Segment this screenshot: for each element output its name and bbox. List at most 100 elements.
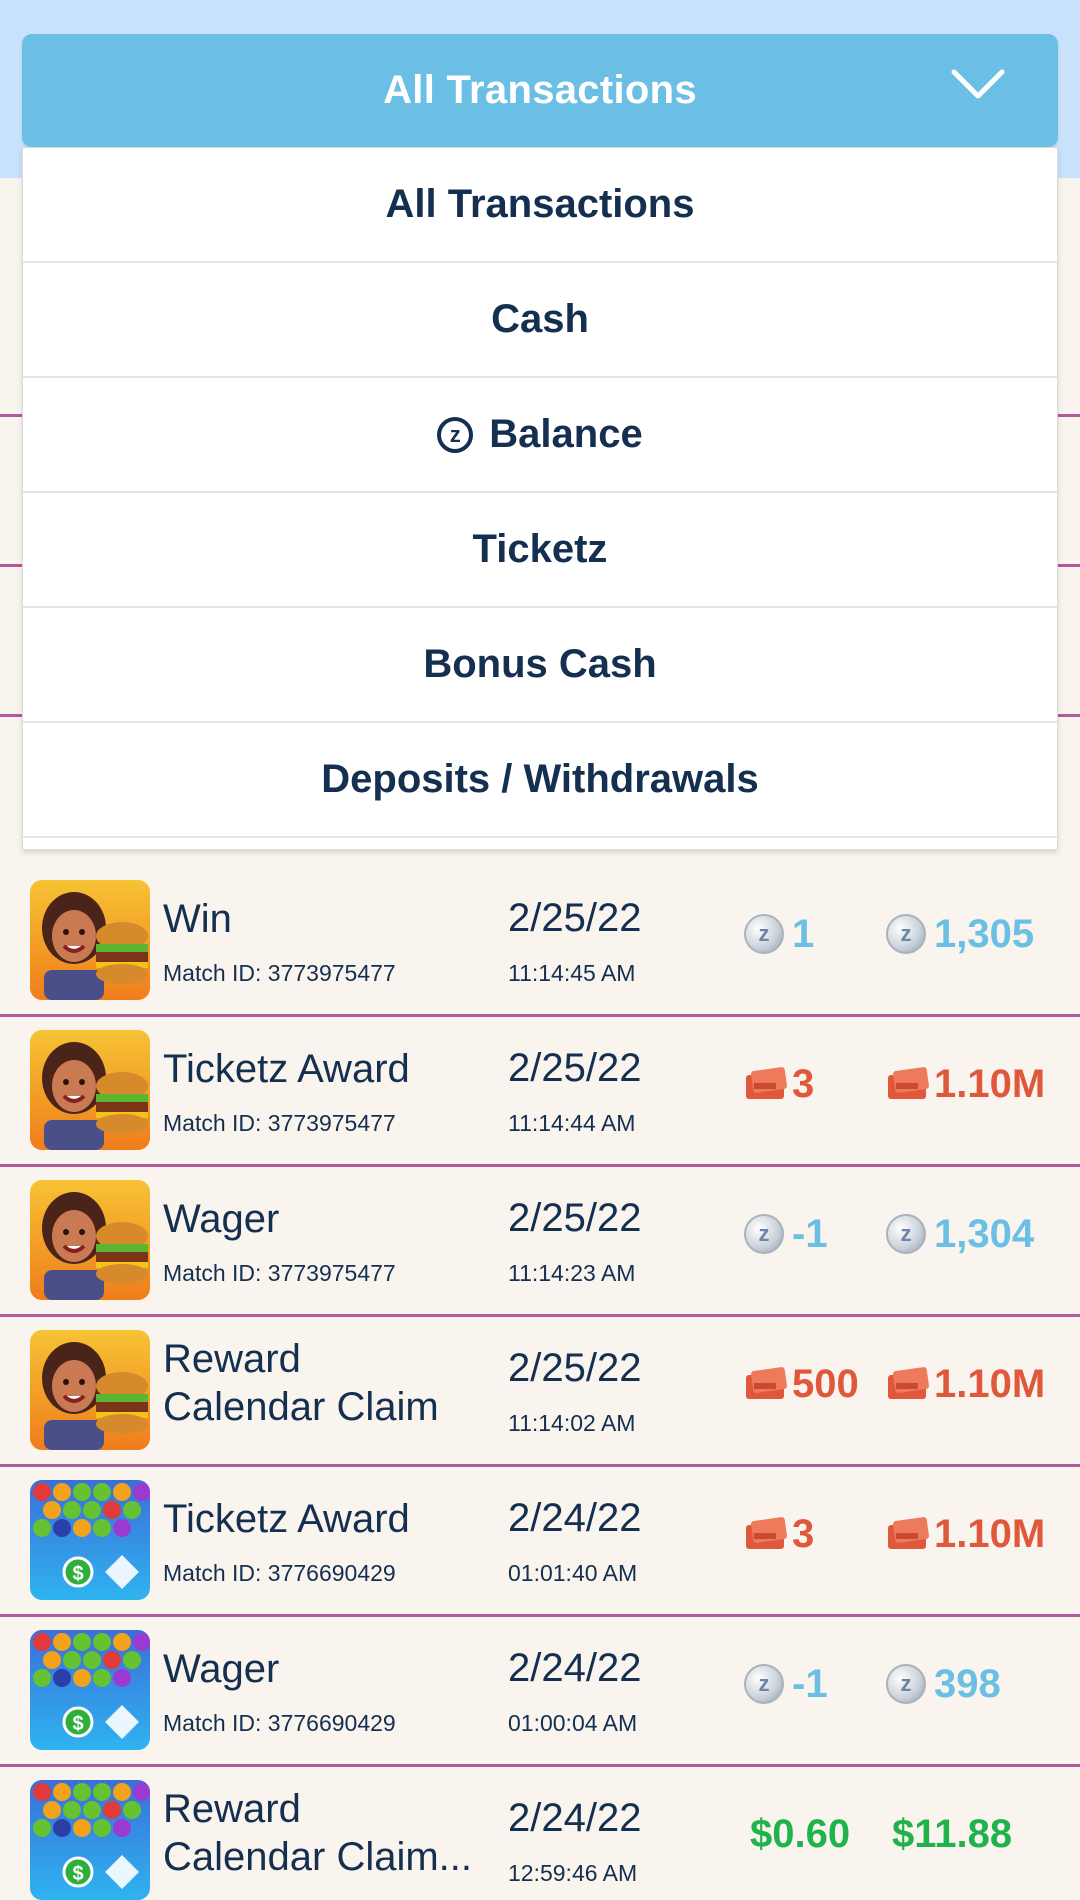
amount-value: $0.60 [750, 1811, 851, 1856]
amount-value: 3 [792, 1061, 815, 1106]
ticket-icon [888, 1067, 929, 1099]
filter-menu: All Transactions Cash z Balance Ticketz … [22, 147, 1058, 850]
transaction-date: 2/25/22 [508, 896, 642, 940]
filter-selected-label: All Transactions [383, 68, 697, 112]
transaction-date: 2/25/22 [508, 1046, 642, 1090]
transaction-time: 11:14:45 AM [508, 960, 636, 986]
transaction-date: 2/24/22 [508, 1646, 642, 1690]
menu-option-label: Balance [489, 412, 643, 456]
balance-amount: z 1,305 [886, 908, 1034, 960]
ticket-icon [888, 1367, 929, 1399]
svg-text:$: $ [72, 1563, 83, 1585]
amount-value: 1 [792, 911, 815, 956]
transaction-amount: z 1 [744, 908, 814, 960]
amount-value: -1 [792, 1661, 828, 1706]
transaction-amount: z -1 [744, 1208, 828, 1260]
transaction-title-line1: Reward [163, 1787, 301, 1831]
transaction-row[interactable]: Reward Calendar Claim 2/25/22 11:14:02 A… [0, 1316, 1080, 1466]
bubble-game-icon: $ [30, 1630, 150, 1750]
balance-value: 1.10M [934, 1511, 1046, 1556]
z-balance-icon: z [437, 416, 474, 453]
transaction-title: Wager [163, 1647, 280, 1691]
z-coin-icon: z [886, 1664, 926, 1704]
menu-option-label: All Transactions [385, 182, 695, 226]
transaction-amount: 500 [744, 1358, 859, 1410]
bubble-game-icon: $ [30, 1780, 150, 1900]
z-coin-icon: z [886, 914, 926, 954]
transaction-row[interactable]: $ Reward Calendar Claim... 2/24/22 12:59… [0, 1766, 1080, 1900]
svg-text:$: $ [72, 1863, 83, 1885]
menu-option-ticketz[interactable]: Ticketz [23, 493, 1057, 608]
menu-option-label: Ticketz [472, 527, 608, 571]
transaction-date: 2/25/22 [508, 1346, 642, 1390]
bubble-game-icon: $ [30, 1480, 150, 1600]
balance-amount: $11.88 [892, 1808, 1012, 1860]
transaction-date: 2/24/22 [508, 1496, 642, 1540]
z-coin-icon: z [744, 1214, 784, 1254]
amount-value: 3 [792, 1511, 815, 1556]
ticket-icon [746, 1067, 787, 1099]
menu-option-balance[interactable]: z Balance [23, 378, 1057, 493]
transaction-amount: $0.60 [750, 1808, 850, 1860]
chevron-down-icon [951, 69, 1005, 99]
z-coin-icon: z [744, 914, 784, 954]
transaction-time: 12:59:46 AM [508, 1860, 638, 1886]
transaction-title: Ticketz Award [163, 1047, 410, 1091]
burger-game-icon [30, 1030, 150, 1150]
amount-value: -1 [792, 1211, 828, 1256]
match-id: Match ID: 3773975477 [163, 960, 396, 986]
transaction-date: 2/24/22 [508, 1796, 642, 1840]
transaction-amount: z -1 [744, 1658, 828, 1710]
transaction-title: Ticketz Award [163, 1497, 410, 1541]
transaction-row[interactable]: Win Match ID: 3773975477 2/25/22 11:14:4… [0, 866, 1080, 1016]
ticket-icon [888, 1517, 929, 1549]
transaction-row[interactable]: $ Wager Match ID: 3776690429 2/24/22 01:… [0, 1616, 1080, 1766]
balance-amount: z 1,304 [886, 1208, 1034, 1260]
ticket-icon [746, 1367, 787, 1399]
burger-game-icon [30, 880, 150, 1000]
balance-amount: z 398 [886, 1658, 1001, 1710]
amount-value: 500 [792, 1361, 859, 1406]
transaction-title: Win [163, 897, 232, 941]
menu-option-all-transactions[interactable]: All Transactions [23, 148, 1057, 263]
transaction-time: 11:14:44 AM [508, 1110, 636, 1136]
balance-value: 1,304 [934, 1211, 1035, 1256]
menu-option-label: Cash [491, 297, 589, 341]
transaction-title-line2: Calendar Claim... [163, 1835, 473, 1879]
transaction-row[interactable]: Ticketz Award Match ID: 3773975477 2/25/… [0, 1016, 1080, 1166]
match-id: Match ID: 3776690429 [163, 1560, 396, 1586]
transaction-title: Wager [163, 1197, 280, 1241]
transaction-amount: 3 [744, 1508, 814, 1560]
balance-value: 398 [934, 1661, 1001, 1706]
menu-option-bonus-cash[interactable]: Bonus Cash [23, 608, 1057, 723]
transaction-date: 2/25/22 [508, 1196, 642, 1240]
balance-value: 1,305 [934, 911, 1035, 956]
transaction-row[interactable]: $ Ticketz Award Match ID: 3776690429 2/2… [0, 1466, 1080, 1616]
menu-option-label: Deposits / Withdrawals [321, 757, 759, 801]
ticket-icon [746, 1517, 787, 1549]
match-id: Match ID: 3776690429 [163, 1710, 396, 1736]
svg-text:$: $ [72, 1713, 83, 1735]
menu-option-cash[interactable]: Cash [23, 263, 1057, 378]
burger-game-icon [30, 1330, 150, 1450]
menu-option-deposits-withdrawals[interactable]: Deposits / Withdrawals [23, 723, 1057, 838]
match-id: Match ID: 3773975477 [163, 1110, 396, 1136]
transaction-filter-dropdown[interactable]: All Transactions [22, 34, 1058, 147]
transaction-row[interactable]: Wager Match ID: 3773975477 2/25/22 11:14… [0, 1166, 1080, 1316]
transaction-title-line1: Reward [163, 1337, 301, 1381]
transaction-time: 01:01:40 AM [508, 1560, 638, 1586]
transaction-title-line2: Calendar Claim [163, 1385, 439, 1429]
balance-value: $11.88 [892, 1811, 1013, 1856]
menu-option-label: Bonus Cash [423, 642, 657, 686]
transaction-amount: 3 [744, 1058, 814, 1110]
balance-amount: 1.10M [886, 1508, 1045, 1560]
z-coin-icon: z [886, 1214, 926, 1254]
burger-game-icon [30, 1180, 150, 1300]
transaction-time: 11:14:02 AM [508, 1410, 636, 1436]
transaction-time: 01:00:04 AM [508, 1710, 638, 1736]
balance-amount: 1.10M [886, 1058, 1045, 1110]
balance-value: 1.10M [934, 1361, 1046, 1406]
balance-amount: 1.10M [886, 1358, 1045, 1410]
balance-value: 1.10M [934, 1061, 1046, 1106]
match-id: Match ID: 3773975477 [163, 1260, 396, 1286]
